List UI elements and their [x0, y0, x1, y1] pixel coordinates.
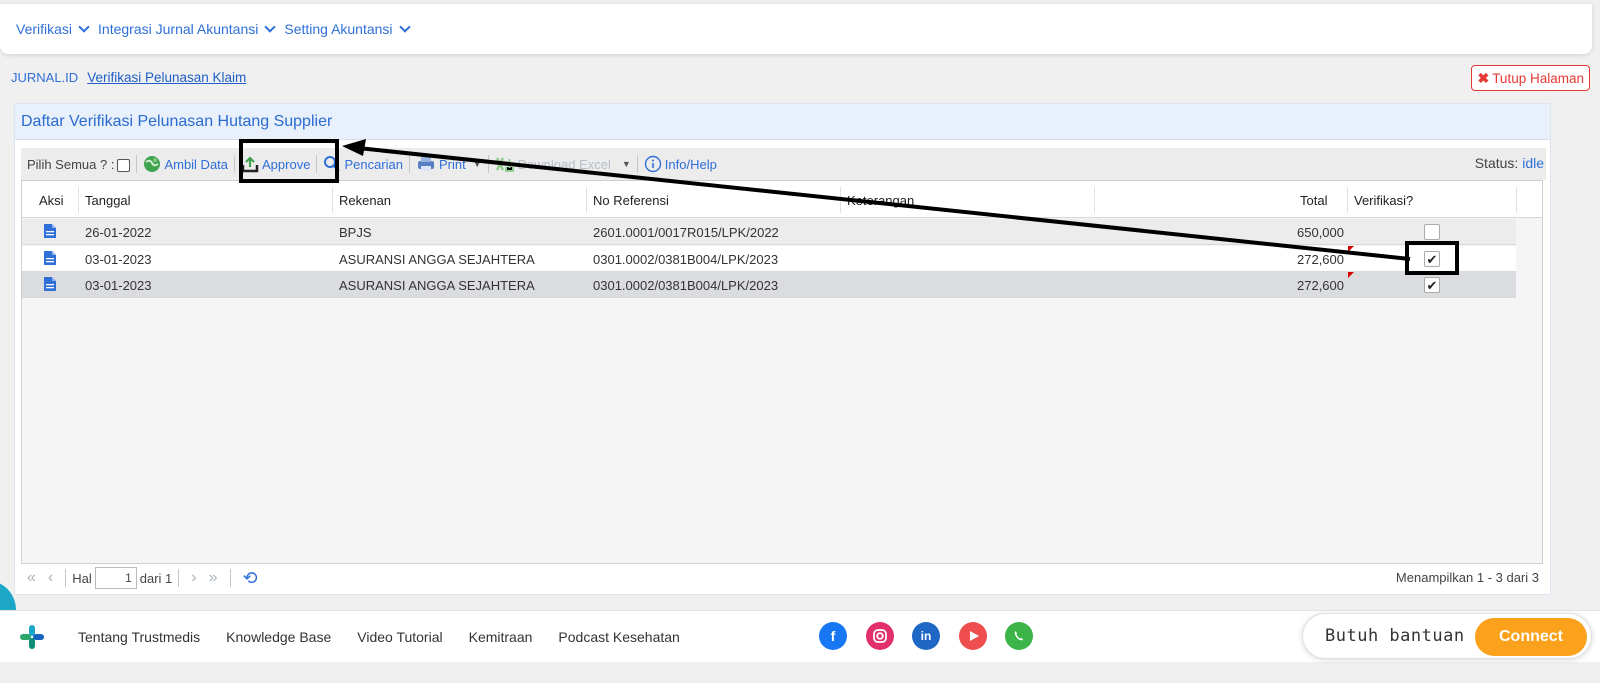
- footer: Tentang Trustmedis Knowledge Base Video …: [0, 610, 1600, 662]
- linkedin-icon[interactable]: in: [912, 622, 940, 650]
- footer-link-knowledge-base[interactable]: Knowledge Base: [226, 629, 331, 645]
- annotation-arrow: [342, 139, 1411, 261]
- youtube-icon[interactable]: [959, 622, 987, 650]
- facebook-icon[interactable]: f: [819, 622, 847, 650]
- help-text: Butuh bantuan ?: [1325, 626, 1487, 646]
- help-widget: Butuh bantuan ? Connect: [1302, 613, 1592, 659]
- trustmedis-logo-icon: [20, 624, 44, 649]
- whatsapp-icon[interactable]: [1005, 622, 1033, 650]
- footer-link-video-tutorial[interactable]: Video Tutorial: [357, 629, 442, 645]
- footer-link-tentang[interactable]: Tentang Trustmedis: [78, 629, 200, 645]
- footer-link-kemitraan[interactable]: Kemitraan: [469, 629, 533, 645]
- connect-button[interactable]: Connect: [1475, 618, 1587, 656]
- instagram-icon[interactable]: [866, 622, 894, 650]
- footer-link-podcast[interactable]: Podcast Kesehatan: [558, 629, 679, 645]
